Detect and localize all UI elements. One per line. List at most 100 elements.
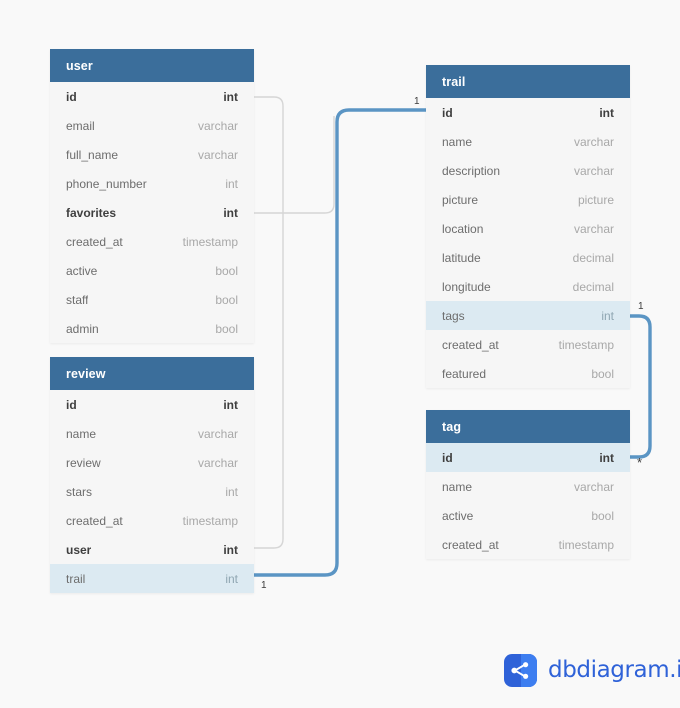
field-name: id xyxy=(442,450,453,465)
table-header-user[interactable]: user xyxy=(50,49,254,82)
table-card-user[interactable]: user id int email varchar full_name varchar pho… xyxy=(50,49,254,343)
field-type: bool xyxy=(215,263,238,278)
field-type: varchar xyxy=(197,147,238,162)
field-name: featured xyxy=(442,366,487,381)
field-row[interactable]: staff bool xyxy=(50,285,254,314)
table-card-trail[interactable]: trail id int name varchar description varchar p… xyxy=(426,65,630,388)
watermark-label: dbdiagram.io xyxy=(548,657,680,683)
field-name: id xyxy=(66,397,77,412)
field-type: timestamp xyxy=(182,513,238,528)
field-row[interactable]: phone_number int xyxy=(50,169,254,198)
field-type: decimal xyxy=(572,250,614,265)
field-row[interactable]: name varchar xyxy=(426,472,630,501)
cardinality-label: 1 xyxy=(638,301,644,312)
field-row[interactable]: id int xyxy=(426,98,630,127)
field-row[interactable]: full_name varchar xyxy=(50,140,254,169)
field-type: int xyxy=(599,450,614,465)
table-body-tag: id int name varchar active bool created_at time… xyxy=(426,443,630,559)
field-name: name xyxy=(442,134,473,149)
field-name: created_at xyxy=(442,337,499,352)
field-row[interactable]: review varchar xyxy=(50,448,254,477)
field-type: varchar xyxy=(197,118,238,133)
field-row[interactable]: created_at timestamp xyxy=(426,330,630,359)
field-row[interactable]: location varchar xyxy=(426,214,630,243)
field-type: int xyxy=(225,484,238,499)
table-body-trail: id int name varchar description varchar pictur… xyxy=(426,98,630,388)
field-type: bool xyxy=(215,321,238,336)
dbdiagram-watermark[interactable]: dbdiagram.io xyxy=(504,654,680,687)
field-name: phone_number xyxy=(66,176,147,191)
field-name: trail xyxy=(66,571,86,586)
field-type: picture xyxy=(577,192,614,207)
table-header-trail[interactable]: trail xyxy=(426,65,630,98)
field-row[interactable]: created_at timestamp xyxy=(50,227,254,256)
field-type: varchar xyxy=(573,134,614,149)
field-type: bool xyxy=(591,366,614,381)
field-name: created_at xyxy=(442,537,499,552)
field-type: varchar xyxy=(197,426,238,441)
field-row[interactable]: description varchar xyxy=(426,156,630,185)
field-name: latitude xyxy=(442,250,481,265)
field-name: full_name xyxy=(66,147,119,162)
field-name: description xyxy=(442,163,501,178)
field-row[interactable]: active bool xyxy=(50,256,254,285)
field-name: longitude xyxy=(442,279,491,294)
field-type: int xyxy=(599,105,614,120)
diagram-canvas[interactable]: 1 1 1 * user id int email varchar full_name varch… xyxy=(0,0,680,708)
field-name: tags xyxy=(442,308,465,323)
field-row[interactable]: longitude decimal xyxy=(426,272,630,301)
field-name: staff xyxy=(66,292,89,307)
field-name: id xyxy=(66,89,77,104)
field-type: varchar xyxy=(573,163,614,178)
field-name: name xyxy=(66,426,97,441)
field-type: int xyxy=(223,205,238,220)
field-row[interactable]: featured bool xyxy=(426,359,630,388)
field-row[interactable]: id int xyxy=(426,443,630,472)
field-type: int xyxy=(223,89,238,104)
field-type: int xyxy=(223,397,238,412)
field-type: decimal xyxy=(572,279,614,294)
field-type: bool xyxy=(591,508,614,523)
table-header-tag[interactable]: tag xyxy=(426,410,630,443)
field-name: favorites xyxy=(66,205,117,220)
field-row[interactable]: user int xyxy=(50,535,254,564)
field-row[interactable]: favorites int xyxy=(50,198,254,227)
field-type: varchar xyxy=(197,455,238,470)
field-type: timestamp xyxy=(182,234,238,249)
relationship-line-trail-tag xyxy=(628,314,652,459)
relationship-line-review-trail xyxy=(252,108,428,577)
table-card-review[interactable]: review id int name varchar review varchar stars… xyxy=(50,357,254,593)
field-name: active xyxy=(442,508,474,523)
field-row[interactable]: name varchar xyxy=(50,419,254,448)
table-body-user: id int email varchar full_name varchar phone_n… xyxy=(50,82,254,343)
field-name: created_at xyxy=(66,234,123,249)
field-type: bool xyxy=(215,292,238,307)
field-name: location xyxy=(442,221,484,236)
field-row[interactable]: created_at timestamp xyxy=(50,506,254,535)
table-header-review[interactable]: review xyxy=(50,357,254,390)
cardinality-label: * xyxy=(637,455,643,470)
field-row[interactable]: picture picture xyxy=(426,185,630,214)
field-type: int xyxy=(223,542,238,557)
field-row[interactable]: created_at timestamp xyxy=(426,530,630,559)
field-row[interactable]: trail int xyxy=(50,564,254,593)
field-row[interactable]: stars int xyxy=(50,477,254,506)
field-row[interactable]: name varchar xyxy=(426,127,630,156)
table-body-review: id int name varchar review varchar stars int cre… xyxy=(50,390,254,593)
field-row[interactable]: email varchar xyxy=(50,111,254,140)
field-type: int xyxy=(225,176,238,191)
field-row[interactable]: id int xyxy=(50,390,254,419)
relationship-line-user-trail xyxy=(254,116,335,214)
field-type: timestamp xyxy=(558,337,614,352)
field-row[interactable]: active bool xyxy=(426,501,630,530)
share-nodes-icon xyxy=(504,654,537,687)
field-type: int xyxy=(601,308,614,323)
field-name: admin xyxy=(66,321,99,336)
field-row[interactable]: tags int xyxy=(426,301,630,330)
field-row[interactable]: latitude decimal xyxy=(426,243,630,272)
field-type: int xyxy=(225,571,238,586)
field-type: varchar xyxy=(573,479,614,494)
table-card-tag[interactable]: tag id int name varchar active bool created_at t… xyxy=(426,410,630,559)
field-row[interactable]: id int xyxy=(50,82,254,111)
field-row[interactable]: admin bool xyxy=(50,314,254,343)
